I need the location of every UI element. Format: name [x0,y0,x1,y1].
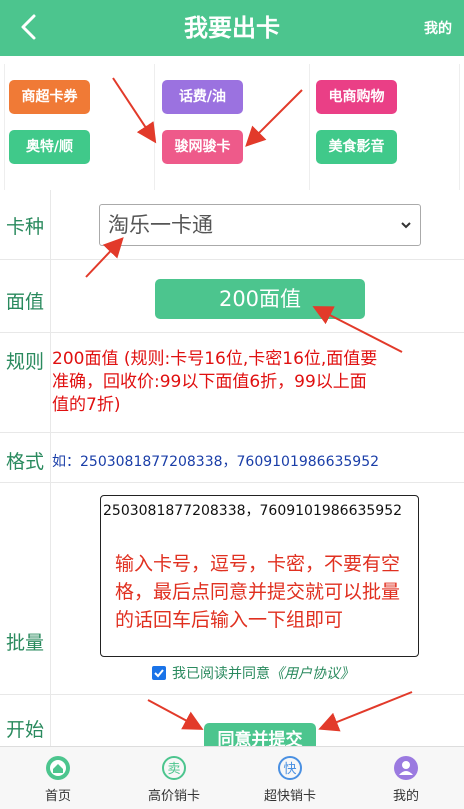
rule-row: 规则 200面值 (规则:卡号16位,卡密16位,面值要准确，回收价:99以下面… [0,333,464,433]
category-tag-food-media[interactable]: 美食影音 [316,130,397,164]
card-type-row: 卡种 淘乐一卡通 [0,190,464,260]
agreement[interactable]: 我已阅读并同意《用户协议》 [152,663,354,683]
rule-label: 规则 [6,351,45,373]
tab-mine[interactable]: 我的 [348,747,464,809]
svg-text:卖: 卖 [167,762,180,777]
chevron-down-icon [401,222,411,229]
checkbox-checked[interactable] [152,666,166,680]
batch-row: 批量 2503081877208338，7609101986635952 输入卡… [0,483,464,695]
batch-textarea[interactable]: 2503081877208338，7609101986635952 输入卡号，逗… [100,495,419,657]
divider [4,64,5,190]
face-value-row: 面值 200面值 [0,260,464,333]
page-title: 我要出卡 [184,14,280,42]
format-row: 格式 如：2503081877208338，7609101986635952 [0,433,464,483]
sell-icon: 卖 [162,756,186,780]
bottom-tabbar: 首页 卖 高价销卡 快 超快销卡 我的 [0,746,464,809]
face-value-button[interactable]: 200面值 [155,279,365,319]
category-tag-supermarket[interactable]: 商超卡券 [9,80,90,114]
tab-fast[interactable]: 快 超快销卡 [232,747,348,809]
category-tag-junwang[interactable]: 骏网骏卡 [162,130,243,164]
home-icon [46,756,70,780]
tab-home-label: 首页 [44,789,71,804]
rule-text: 200面值 (规则:卡号16位,卡密16位,面值要准确，回收价:99以下面值6折… [52,349,378,415]
tab-sell[interactable]: 卖 高价销卡 [116,747,232,809]
tab-home[interactable]: 首页 [0,747,116,809]
user-icon [394,756,418,780]
card-type-label: 卡种 [6,216,45,238]
batch-value: 2503081877208338，7609101986635952 [103,503,403,519]
format-label: 格式 [6,451,45,473]
category-tag-aote[interactable]: 奥特/顺旺 [9,130,90,189]
tab-fast-label: 超快销卡 [263,789,316,804]
divider [154,64,155,190]
user-agreement-link[interactable]: 《用户协议》 [270,666,354,682]
fast-icon: 快 [278,756,302,780]
format-text: 如：2503081877208338，7609101986635952 [52,454,380,470]
category-panel: 商超卡券 奥特/顺旺 话费/油卡 骏网骏卡 电商购物 美食影音 [0,56,464,190]
agree-text: 我已阅读并同意 [172,666,270,682]
divider [309,64,310,190]
tab-sell-label: 高价销卡 [147,789,200,804]
category-tag-ecommerce[interactable]: 电商购物 [316,80,397,114]
mine-link[interactable]: 我的 [424,18,452,38]
sell-card-form: 卡种 淘乐一卡通 面值 200面值 规则 200面值 (规则:卡号16位,卡密1… [0,190,464,753]
batch-label: 批量 [6,632,45,654]
tab-mine-label: 我的 [392,789,419,804]
svg-text:快: 快 [283,762,296,777]
batch-placeholder: 输入卡号，逗号，卡密，不要有空格，最后点同意并提交就可以批量的话回车后输入一下组… [115,553,401,631]
card-type-select[interactable]: 淘乐一卡通 [99,204,421,246]
category-tag-phone-fuel[interactable]: 话费/油卡 [162,80,243,139]
start-label: 开始 [6,719,45,741]
card-type-value: 淘乐一卡通 [108,213,213,237]
divider [459,64,460,190]
start-row: 开始 同意并提交 [0,695,464,753]
app-header: 我要出卡 我的 [0,0,464,56]
face-value-label: 面值 [6,291,45,313]
